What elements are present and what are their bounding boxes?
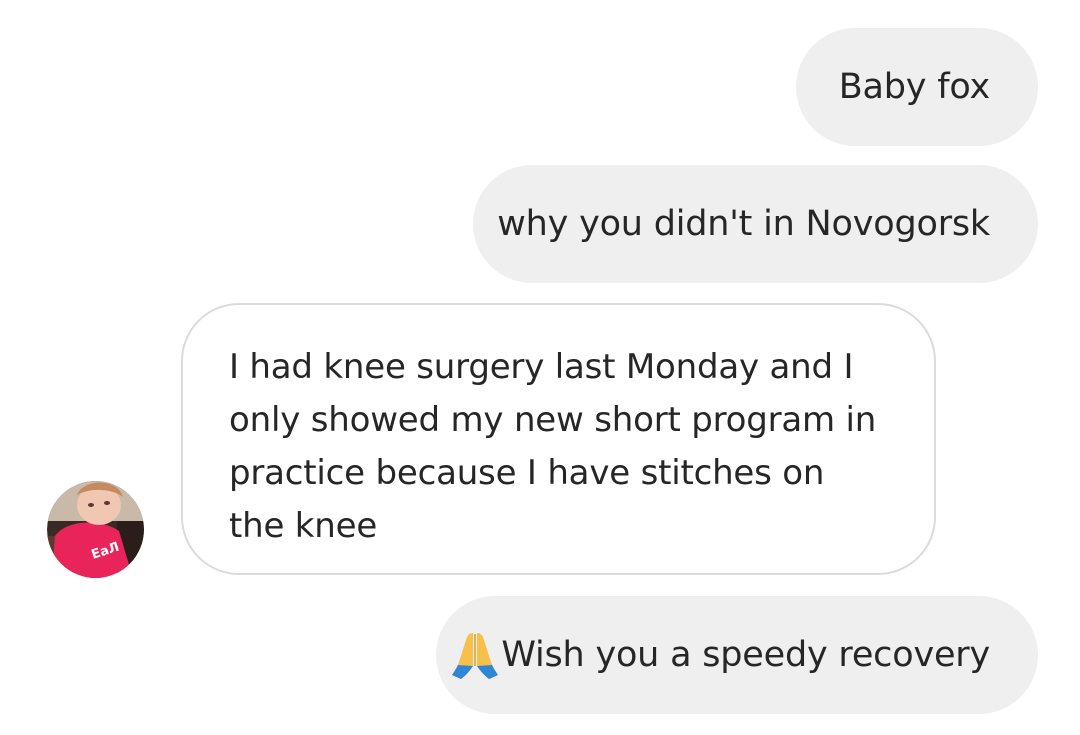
avatar[interactable]: EaЛ (47, 481, 144, 578)
message-bubble-outgoing[interactable]: Wish you a speedy recovery (436, 596, 1038, 714)
message-text: Wish you a speedy recovery (501, 635, 990, 675)
folded-hands-icon (452, 633, 499, 679)
avatar-photo: EaЛ (47, 481, 144, 578)
message-text: I had knee surgery last Monday and I onl… (229, 347, 877, 546)
message-text: Baby fox (838, 67, 990, 107)
message-text: why you didn't in Novogorsk (497, 204, 990, 244)
chat-thread: Baby fox why you didn't in Novogorsk I h… (0, 0, 1080, 735)
message-bubble-outgoing[interactable]: Baby fox (796, 28, 1038, 146)
message-bubble-outgoing[interactable]: why you didn't in Novogorsk (473, 165, 1038, 283)
message-bubble-incoming[interactable]: I had knee surgery last Monday and I onl… (181, 303, 936, 575)
